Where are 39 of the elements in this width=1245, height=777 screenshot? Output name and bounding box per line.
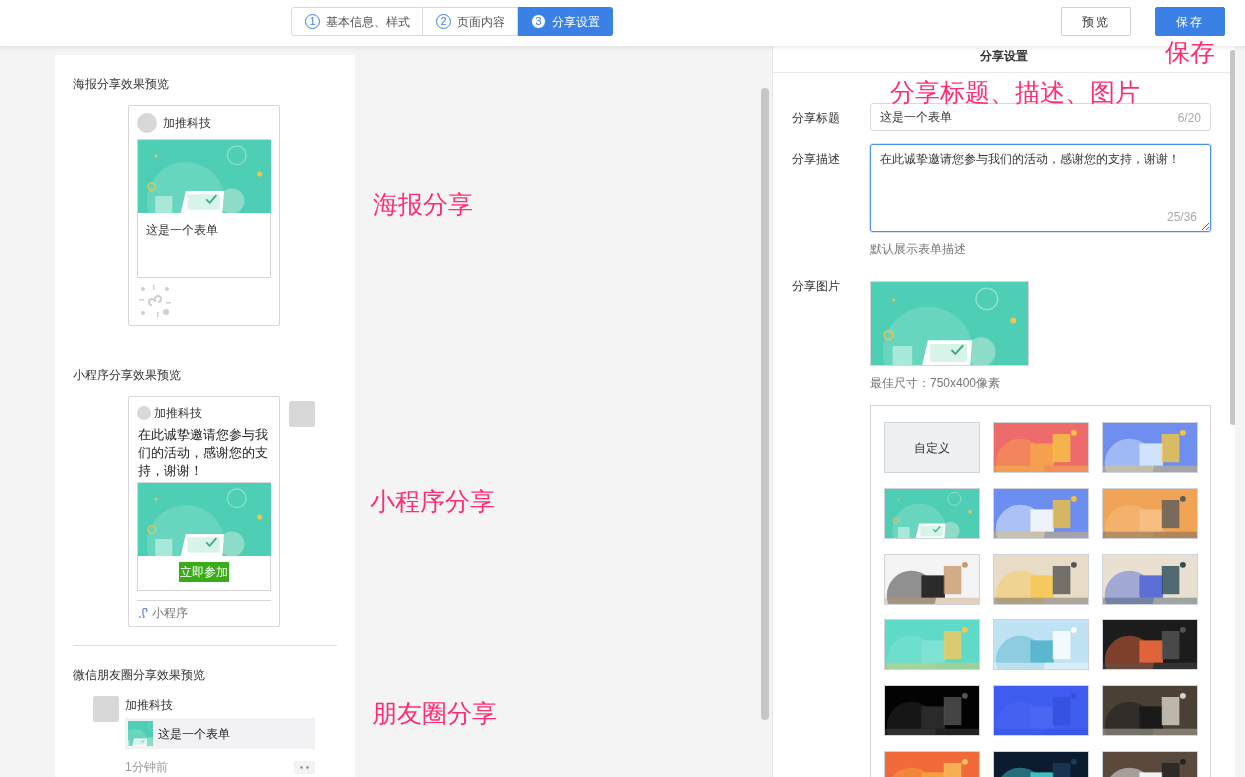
- mini-program-footer: 小程序: [137, 600, 271, 626]
- field-label: 分享标题: [792, 110, 841, 127]
- account-name: 加推科技: [163, 115, 211, 132]
- link-preview[interactable]: 这是一个表单: [125, 718, 315, 749]
- share-description: 在此诚挚邀请您参与我们的活动，感谢您的支持，谢谢！: [137, 427, 269, 480]
- avatar: [137, 406, 151, 420]
- account-name: 加推科技: [125, 697, 174, 714]
- annotation-text: 海报分享: [373, 192, 473, 217]
- avatar: [289, 401, 315, 427]
- annotation-text: 保存: [1165, 40, 1215, 65]
- save-button[interactable]: 保存: [1155, 7, 1225, 36]
- section-heading: 小程序分享效果预览: [73, 367, 182, 384]
- section-heading: 海报分享效果预览: [73, 76, 170, 93]
- account-name: 加推科技: [154, 405, 202, 422]
- avatar: [93, 696, 119, 722]
- form-title: 这是一个表单: [145, 222, 219, 239]
- custom-template-button[interactable]: 自定义: [884, 422, 980, 473]
- annotation-text: 朋友圈分享: [372, 701, 497, 726]
- scrollbar[interactable]: [1230, 50, 1235, 425]
- timestamp: 1分钟前: [125, 759, 168, 776]
- section-heading: 微信朋友圈分享效果预览: [73, 667, 206, 684]
- field-label: 分享描述: [792, 151, 841, 168]
- preview-button[interactable]: 预览: [1061, 7, 1131, 36]
- hint-text: 最佳尺寸：750x400像素: [870, 375, 1002, 392]
- char-counter: 6/20: [1177, 110, 1201, 127]
- scrollbar[interactable]: [761, 88, 769, 720]
- char-counter: 25/36: [1166, 209, 1197, 226]
- step-tab[interactable]: 2 页面内容: [423, 7, 518, 36]
- step-tab[interactable]: 1 基本信息、样式: [291, 7, 423, 36]
- dots-icon: [300, 765, 309, 769]
- mini-program-code-icon: [139, 285, 171, 317]
- more-button[interactable]: [294, 760, 315, 774]
- field-label: 分享图片: [792, 278, 841, 295]
- step-tab[interactable]: 3 分享设置: [518, 7, 613, 36]
- annotation-text: 小程序分享: [370, 489, 495, 514]
- mini-program-icon: [139, 608, 148, 618]
- annotation-text: 分享标题、描述、图片: [890, 80, 1140, 105]
- avatar: [137, 113, 157, 133]
- hint-text: 默认展示表单描述: [870, 241, 967, 258]
